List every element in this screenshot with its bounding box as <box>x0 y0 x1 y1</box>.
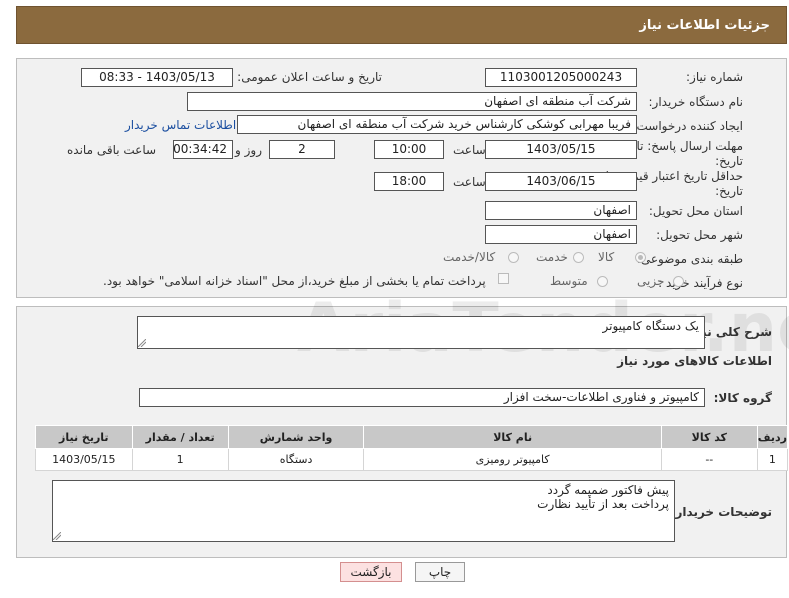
buyer-notes-label: توضیحات خریدار: <box>670 505 772 519</box>
category-goods-label: کالا <box>598 250 615 264</box>
process-minor-radio[interactable] <box>673 276 684 287</box>
category-service-label: خدمت <box>536 250 568 264</box>
back-button[interactable]: بازگشت <box>340 562 402 582</box>
col-header-row: ردیف <box>756 425 789 449</box>
process-label: نوع فرآیند خرید : <box>658 276 743 290</box>
goods-table: ردیف کد کالا نام کالا واحد شمارش تعداد /… <box>35 425 789 471</box>
buyer-org-field: شرکت آب منطقه ای اصفهان <box>187 92 637 111</box>
cell-qty: 1 <box>131 448 229 471</box>
description-textarea[interactable]: یک دستگاه کامپیوتر <box>137 316 705 349</box>
price-validity-label-2: تاریخ: <box>715 184 743 198</box>
treasury-checkbox[interactable] <box>498 273 509 284</box>
reply-deadline-label-2: تاریخ: <box>715 154 743 168</box>
cell-row: 1 <box>756 448 789 471</box>
reply-time-field: 10:00 <box>374 140 444 159</box>
reply-time-label: ساعت <box>453 143 486 157</box>
price-validity-time-label: ساعت <box>453 175 486 189</box>
buyer-contact-link[interactable]: اطلاعات تماس خریدار <box>125 118 236 132</box>
category-goods-service-radio[interactable] <box>508 252 519 263</box>
remaining-label: ساعت باقی مانده <box>67 143 157 157</box>
process-medium-label: متوسط <box>550 274 588 288</box>
price-validity-time-field: 18:00 <box>374 172 444 191</box>
cell-date: 1403/05/15 <box>35 448 133 471</box>
col-header-qty: تعداد / مقدار <box>131 425 229 449</box>
col-header-unit: واحد شمارش <box>227 425 365 449</box>
announce-datetime-field: 1403/05/13 - 08:33 <box>81 68 233 87</box>
goods-group-field: کامپیوتر و فناوری اطلاعات-سخت افزار <box>139 388 705 407</box>
city-field: اصفهان <box>485 225 637 244</box>
requester-label: ایجاد کننده درخواست: <box>632 119 743 133</box>
category-goods-radio[interactable] <box>635 252 646 263</box>
category-goods-service-label: کالا/خدمت <box>443 250 496 264</box>
buyer-org-label: نام دستگاه خریدار: <box>648 95 744 109</box>
province-field: اصفهان <box>485 201 637 220</box>
col-header-name: نام کالا <box>363 425 662 449</box>
col-header-date: تاریخ نیاز <box>35 425 133 449</box>
need-number-label: شماره نیاز: <box>686 70 743 84</box>
price-validity-date-field: 1403/06/15 <box>485 172 637 191</box>
buyer-notes-textarea[interactable]: پیش فاکتور ضمیمه گردد پرداخت بعد از تأیی… <box>52 480 675 542</box>
category-label: طبقه بندی موضوعی: <box>636 252 743 266</box>
remaining-time-field: 00:34:42 <box>173 140 233 159</box>
cell-code: -- <box>660 448 758 471</box>
page-title: جزئیات اطلاعات نیاز <box>639 18 770 33</box>
announce-datetime-label: تاریخ و ساعت اعلان عمومی: <box>237 70 382 84</box>
reply-deadline-date-field: 1403/05/15 <box>485 140 637 159</box>
cell-unit: دستگاه <box>227 448 365 471</box>
process-medium-radio[interactable] <box>597 276 608 287</box>
resize-grip-icon[interactable] <box>53 532 61 540</box>
treasury-note: پرداخت تمام یا بخشی از مبلغ خرید،از محل … <box>103 274 486 288</box>
goods-table-header: ردیف کد کالا نام کالا واحد شمارش تعداد /… <box>35 425 789 449</box>
process-minor-label: جزیی <box>637 274 665 288</box>
cell-name: کامپیوتر رومیزی <box>363 448 662 471</box>
resize-grip-icon[interactable] <box>138 339 146 347</box>
reply-deadline-label-1: مهلت ارسال پاسخ: تا <box>636 139 743 153</box>
need-number-field: 1103001205000243 <box>485 68 637 87</box>
category-service-radio[interactable] <box>573 252 584 263</box>
province-label: استان محل تحویل: <box>648 204 743 218</box>
details-panel: AriaTender.neT شرح کلی نیاز: یک دستگاه ک… <box>16 289 789 558</box>
buyer-notes-line-1: پیش فاکتور ضمیمه گردد <box>547 483 669 497</box>
table-row: 1 -- کامپیوتر رومیزی دستگاه 1 1403/05/15 <box>35 448 789 471</box>
col-header-code: کد کالا <box>660 425 758 449</box>
requester-field: فریبا مهرابی کوشکی کارشناس خرید شرکت آب … <box>237 115 637 134</box>
buyer-notes-line-2: پرداخت بعد از تأیید نظارت <box>537 497 669 511</box>
days-label: روز و <box>235 143 262 157</box>
info-panel: شماره نیاز: 1103001205000243 تاریخ و ساع… <box>16 58 787 298</box>
reply-days-field: 2 <box>269 140 335 159</box>
page-header: جزئیات اطلاعات نیاز <box>16 6 787 44</box>
print-button[interactable]: چاپ <box>415 562 465 582</box>
description-text: یک دستگاه کامپیوتر <box>602 319 700 333</box>
goods-section-title: اطلاعات کالاهای مورد نیاز <box>617 354 772 368</box>
city-label: شهر محل تحویل: <box>656 228 743 242</box>
goods-group-label: گروه کالا: <box>713 391 772 405</box>
